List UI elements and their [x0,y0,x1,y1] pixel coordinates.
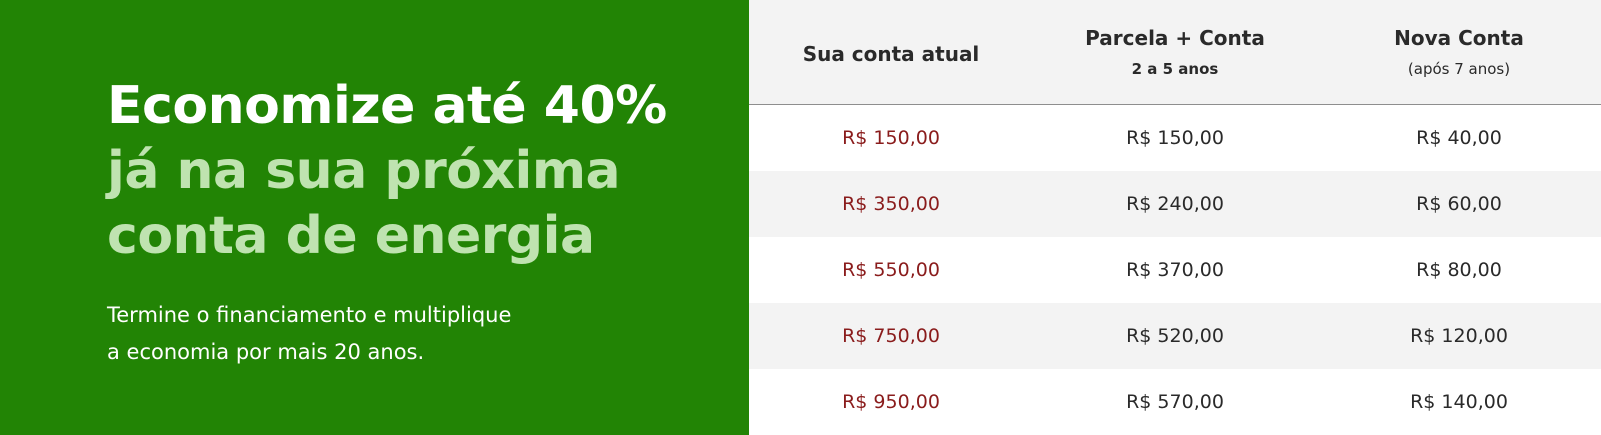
cell-current-bill: R$ 150,00 [842,127,940,149]
cell-current-bill: R$ 550,00 [842,259,940,281]
comparison-table: Sua conta atual Parcela + Conta 2 a 5 an… [749,0,1601,435]
table-row: R$ 550,00 R$ 370,00 R$ 80,00 [749,237,1601,303]
cell-current-bill: R$ 950,00 [842,391,940,413]
cell-new-bill: R$ 140,00 [1410,391,1508,413]
header-installment-bill: Parcela + Conta 2 a 5 anos [1033,0,1317,104]
cell-installment-bill: R$ 150,00 [1126,127,1224,149]
header-label: Sua conta atual [802,42,980,66]
headline-line-2: já na sua próxima [107,141,621,201]
cell-installment-bill: R$ 520,00 [1126,325,1224,347]
promo-subtext: Termine o financiamento e multiplique a … [107,297,749,371]
table-row: R$ 750,00 R$ 520,00 R$ 120,00 [749,303,1601,369]
cell-installment-bill: R$ 370,00 [1126,259,1224,281]
headline-line-3: conta de energia [107,206,595,266]
cell-installment-bill: R$ 240,00 [1126,193,1224,215]
savings-banner: Economize até 40% já na sua próxima cont… [0,0,1601,435]
header-sublabel: (após 7 anos) [1407,60,1511,78]
cell-current-bill: R$ 350,00 [842,193,940,215]
cell-new-bill: R$ 120,00 [1410,325,1508,347]
cell-current-bill: R$ 750,00 [842,325,940,347]
table-row: R$ 350,00 R$ 240,00 R$ 60,00 [749,171,1601,237]
table-row: R$ 950,00 R$ 570,00 R$ 140,00 [749,369,1601,435]
header-sublabel: 2 a 5 anos [1131,60,1219,78]
promo-headline: Economize até 40% já na sua próxima cont… [107,74,749,269]
header-new-bill: Nova Conta (após 7 anos) [1317,0,1601,104]
cell-new-bill: R$ 40,00 [1416,127,1502,149]
header-label: Nova Conta [1394,26,1524,50]
headline-line-1: Economize até 40% [107,76,667,136]
table-row: R$ 150,00 R$ 150,00 R$ 40,00 [749,105,1601,171]
header-current-bill: Sua conta atual [749,0,1033,104]
table-header: Sua conta atual Parcela + Conta 2 a 5 an… [749,0,1601,105]
cell-new-bill: R$ 60,00 [1416,193,1502,215]
promo-panel: Economize até 40% já na sua próxima cont… [0,0,749,435]
cell-installment-bill: R$ 570,00 [1126,391,1224,413]
header-label: Parcela + Conta [1085,26,1265,50]
subtext-line-2: a economia por mais 20 anos. [107,340,425,364]
cell-new-bill: R$ 80,00 [1416,259,1502,281]
subtext-line-1: Termine o financiamento e multiplique [107,303,512,327]
